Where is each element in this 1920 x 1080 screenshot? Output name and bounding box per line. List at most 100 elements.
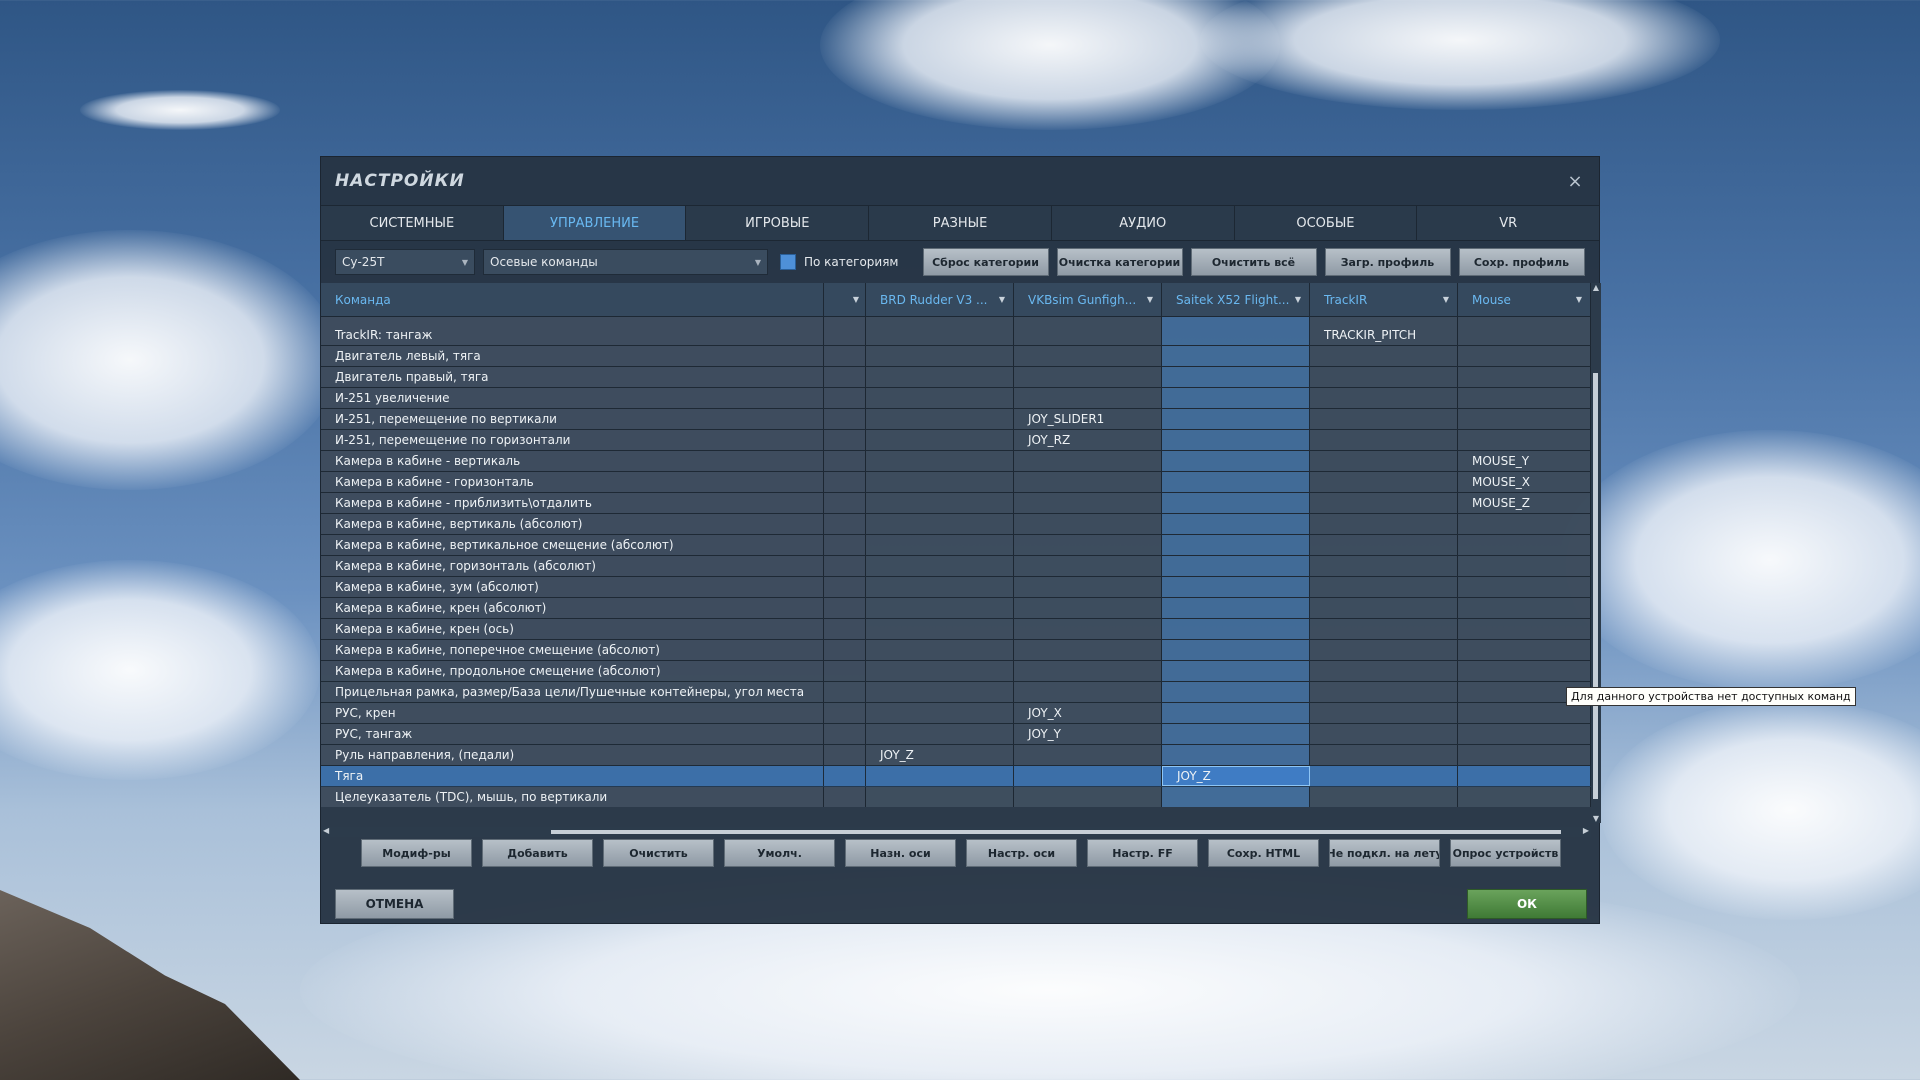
tab-1[interactable]: УПРАВЛЕНИЕ xyxy=(503,206,687,240)
chevron-down-icon[interactable]: ▼ xyxy=(999,295,1005,304)
binding-cell[interactable]: JOY_SLIDER1 xyxy=(1014,409,1162,429)
binding-cell[interactable] xyxy=(866,514,1014,534)
binding-cell[interactable] xyxy=(824,367,866,387)
command-cell[interactable]: Камера в кабине, крен (ось) xyxy=(321,619,824,639)
reset-category-button[interactable]: Сброс категории xyxy=(922,248,1049,276)
tab-5[interactable]: ОСОБЫЕ xyxy=(1234,206,1418,240)
binding-cell[interactable] xyxy=(824,766,866,786)
binding-cell[interactable] xyxy=(1014,493,1162,513)
table-row[interactable]: И-251, перемещение по горизонтали JOY_RZ xyxy=(321,430,1601,451)
binding-cell[interactable] xyxy=(1014,640,1162,660)
binding-cell[interactable] xyxy=(1162,493,1310,513)
binding-cell[interactable] xyxy=(1310,535,1458,555)
binding-cell[interactable] xyxy=(1014,514,1162,534)
chevron-down-icon[interactable]: ▼ xyxy=(1576,295,1582,304)
table-row[interactable]: Камера в кабине, вертикаль (абсолют) xyxy=(321,514,1601,535)
binding-cell[interactable] xyxy=(1014,661,1162,681)
binding-cell[interactable] xyxy=(866,535,1014,555)
binding-cell[interactable] xyxy=(866,451,1014,471)
binding-cell[interactable] xyxy=(1014,325,1162,345)
chevron-down-icon[interactable]: ▼ xyxy=(1295,295,1301,304)
binding-cell[interactable] xyxy=(1014,766,1162,786)
action-button-0[interactable]: Модиф-ры xyxy=(361,839,472,867)
binding-cell[interactable] xyxy=(824,514,866,534)
binding-cell[interactable] xyxy=(1310,661,1458,681)
binding-cell[interactable] xyxy=(1458,577,1591,597)
table-row[interactable]: Двигатель правый, тяга xyxy=(321,367,1601,388)
command-cell[interactable]: Тяга xyxy=(321,766,824,786)
command-cell[interactable]: Камера в кабине, зум (абсолют) xyxy=(321,577,824,597)
action-button-8[interactable]: Не подкл. на лету xyxy=(1329,839,1440,867)
binding-cell[interactable] xyxy=(1162,367,1310,387)
binding-cell[interactable] xyxy=(1458,388,1591,408)
command-cell[interactable]: РУС, тангаж xyxy=(321,724,824,744)
binding-cell[interactable] xyxy=(824,598,866,618)
command-cell[interactable]: И-251, перемещение по горизонтали xyxy=(321,430,824,450)
binding-cell[interactable] xyxy=(1162,535,1310,555)
table-row[interactable]: Камера в кабине, горизонталь (абсолют) xyxy=(321,556,1601,577)
binding-cell[interactable] xyxy=(824,640,866,660)
column-header-3[interactable]: VKBsim Gunfigh... ▼ xyxy=(1014,283,1162,316)
tab-0[interactable]: СИСТЕМНЫЕ xyxy=(321,206,504,240)
scroll-down-icon[interactable]: ▼ xyxy=(1591,814,1601,823)
binding-cell[interactable] xyxy=(1310,745,1458,765)
binding-cell[interactable] xyxy=(1014,472,1162,492)
binding-cell[interactable] xyxy=(1458,745,1591,765)
binding-cell[interactable] xyxy=(824,493,866,513)
command-cell[interactable]: Целеуказатель (TDC), мышь, по вертикали xyxy=(321,787,824,807)
column-header-0[interactable]: Команда xyxy=(321,283,824,316)
binding-cell[interactable] xyxy=(1458,766,1591,786)
binding-cell[interactable] xyxy=(824,703,866,723)
command-cell[interactable]: Камера в кабине - вертикаль xyxy=(321,451,824,471)
binding-cell[interactable] xyxy=(1458,619,1591,639)
column-header-2[interactable]: BRD Rudder V3 ... ▼ xyxy=(866,283,1014,316)
command-cell[interactable]: Руль направления, (педали) xyxy=(321,745,824,765)
binding-cell[interactable] xyxy=(1014,745,1162,765)
binding-cell[interactable] xyxy=(824,787,866,807)
binding-cell[interactable] xyxy=(1162,346,1310,366)
table-row[interactable]: Камера в кабине, крен (абсолют) xyxy=(321,598,1601,619)
action-button-9[interactable]: Опрос устройств xyxy=(1450,839,1561,867)
tab-2[interactable]: ИГРОВЫЕ xyxy=(686,206,870,240)
binding-cell[interactable]: JOY_Y xyxy=(1014,724,1162,744)
binding-cell[interactable] xyxy=(866,703,1014,723)
binding-cell[interactable]: MOUSE_X xyxy=(1458,472,1591,492)
binding-cell[interactable] xyxy=(1310,367,1458,387)
binding-cell[interactable] xyxy=(824,409,866,429)
binding-cell[interactable] xyxy=(1310,388,1458,408)
table-row[interactable]: Прицельная рамка, размер/База цели/Пушеч… xyxy=(321,682,1601,703)
binding-cell[interactable] xyxy=(866,346,1014,366)
binding-cell[interactable] xyxy=(1014,451,1162,471)
binding-cell[interactable]: MOUSE_Z xyxy=(1458,493,1591,513)
scroll-left-icon[interactable]: ◀ xyxy=(323,826,329,835)
binding-cell[interactable] xyxy=(1162,787,1310,807)
command-cell[interactable]: Камера в кабине - горизонталь xyxy=(321,472,824,492)
binding-cell[interactable] xyxy=(1162,724,1310,744)
binding-cell[interactable] xyxy=(1458,367,1591,387)
table-row[interactable]: Целеуказатель (TDC), мышь, по вертикали xyxy=(321,787,1601,807)
binding-cell[interactable] xyxy=(1162,430,1310,450)
binding-cell[interactable]: MOUSE_Y xyxy=(1458,451,1591,471)
table-row[interactable]: Камера в кабине - приблизить\отдалить MOU… xyxy=(321,493,1601,514)
command-cell[interactable]: Камера в кабине - приблизить\отдалить xyxy=(321,493,824,513)
binding-cell[interactable] xyxy=(1310,409,1458,429)
binding-cell[interactable] xyxy=(1458,535,1591,555)
binding-cell[interactable] xyxy=(1458,325,1591,345)
binding-cell[interactable] xyxy=(1458,724,1591,744)
binding-cell[interactable] xyxy=(1310,640,1458,660)
command-cell[interactable]: Двигатель правый, тяга xyxy=(321,367,824,387)
binding-cell[interactable] xyxy=(866,682,1014,702)
binding-cell[interactable]: JOY_Z xyxy=(866,745,1014,765)
table-row[interactable]: И-251 увеличение xyxy=(321,388,1601,409)
command-cell[interactable]: Камера в кабине, продольное смещение (аб… xyxy=(321,661,824,681)
table-row[interactable]: И-251, перемещение по вертикали JOY_SLIDE… xyxy=(321,409,1601,430)
binding-cell[interactable] xyxy=(866,409,1014,429)
binding-cell[interactable] xyxy=(1014,367,1162,387)
tab-3[interactable]: РАЗНЫЕ xyxy=(869,206,1052,240)
binding-cell[interactable] xyxy=(1014,619,1162,639)
table-row[interactable]: Камера в кабине, поперечное смещение (аб… xyxy=(321,640,1601,661)
binding-cell[interactable] xyxy=(1310,556,1458,576)
binding-cell[interactable] xyxy=(866,493,1014,513)
binding-cell[interactable] xyxy=(1310,430,1458,450)
binding-cell[interactable] xyxy=(1458,661,1591,681)
